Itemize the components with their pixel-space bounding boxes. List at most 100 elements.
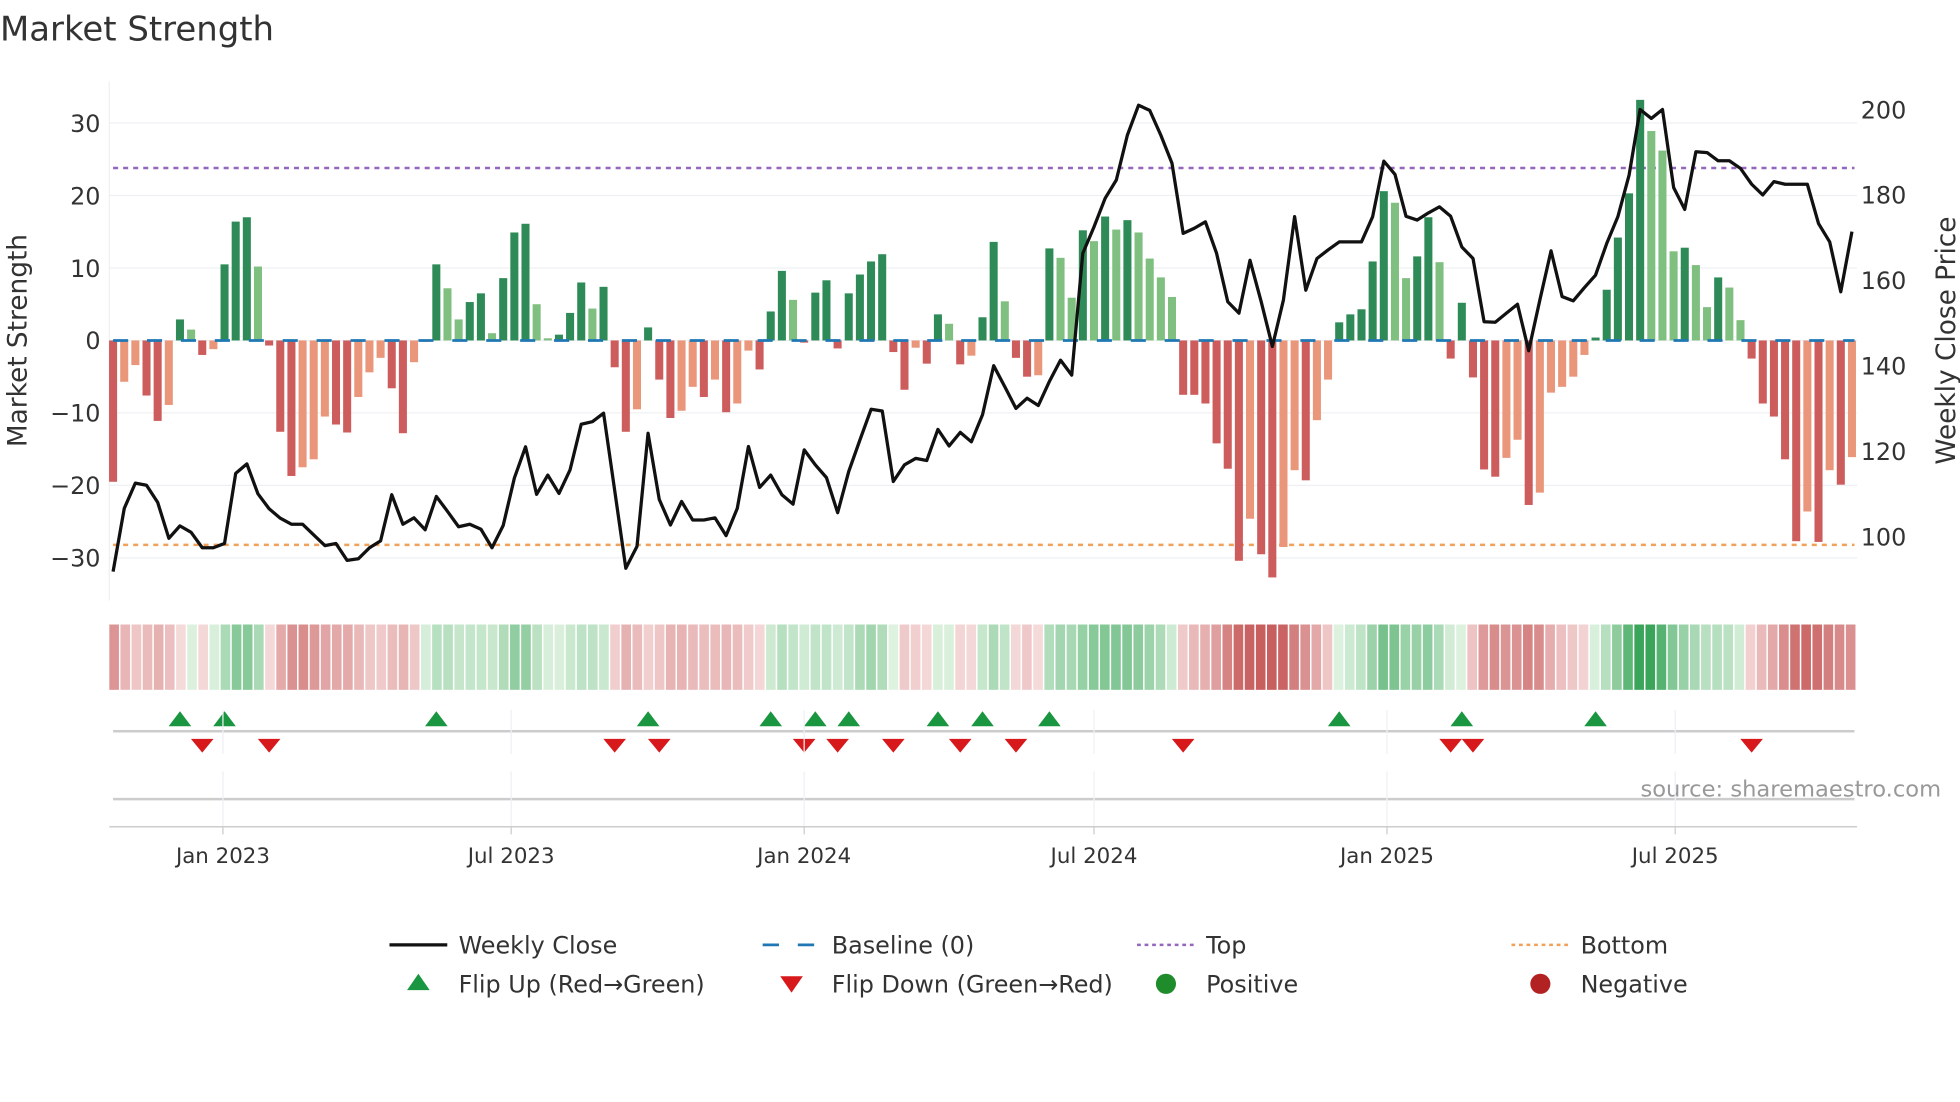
strength-bar bbox=[354, 340, 363, 397]
heat-cell bbox=[331, 624, 342, 690]
strength-bar bbox=[253, 266, 263, 341]
strength-bar bbox=[632, 340, 641, 410]
x-tick-label: Jan 2025 bbox=[1338, 844, 1434, 869]
strength-bar bbox=[454, 319, 463, 341]
heat-cell bbox=[955, 624, 965, 690]
strength-bar bbox=[755, 340, 764, 370]
heat-cell bbox=[1600, 624, 1611, 690]
heat-cell bbox=[209, 624, 220, 690]
heat-cell bbox=[921, 624, 932, 690]
legend-label: Flip Up (Red→Green) bbox=[459, 971, 705, 999]
strength-bar bbox=[465, 302, 474, 341]
strength-bar bbox=[1736, 320, 1745, 341]
flip-up-marker bbox=[636, 711, 660, 727]
heat-cell bbox=[1767, 624, 1778, 690]
heat-cell bbox=[1467, 624, 1477, 690]
heat-cell bbox=[966, 624, 977, 690]
heat-cell bbox=[888, 624, 899, 690]
heat-cell bbox=[164, 624, 175, 690]
circle-icon bbox=[1155, 973, 1176, 994]
legend-label: Top bbox=[1205, 932, 1246, 960]
strength-bar bbox=[1279, 340, 1288, 547]
strength-bar bbox=[331, 340, 341, 425]
strength-bar bbox=[655, 340, 664, 380]
heat-cell bbox=[420, 624, 431, 690]
x-tick-label: Jul 2024 bbox=[1049, 844, 1138, 869]
strength-bar bbox=[766, 311, 775, 341]
strength-bar bbox=[187, 329, 196, 341]
heat-cell bbox=[242, 624, 253, 690]
heat-cell bbox=[1801, 624, 1811, 690]
heat-cell bbox=[443, 624, 453, 690]
heat-cell bbox=[1122, 624, 1132, 690]
strength-bar bbox=[878, 254, 887, 341]
strength-bar bbox=[922, 340, 931, 364]
strength-bar bbox=[1703, 307, 1712, 341]
heat-cell bbox=[198, 624, 208, 690]
heat-cell bbox=[1834, 624, 1845, 690]
heat-cell bbox=[1266, 624, 1277, 690]
heat-cell bbox=[1010, 624, 1021, 690]
heat-cell bbox=[1567, 624, 1578, 690]
heat-cell bbox=[1200, 624, 1210, 690]
heat-cell bbox=[1456, 624, 1466, 690]
heat-cell bbox=[610, 624, 620, 690]
heat-cell bbox=[688, 624, 698, 690]
strength-bar bbox=[1257, 340, 1266, 555]
legend-label: Negative bbox=[1581, 971, 1688, 999]
legend-item-baseline-0: Baseline (0) bbox=[762, 932, 975, 960]
heat-cell bbox=[1790, 624, 1800, 690]
strength-bar bbox=[811, 292, 820, 341]
strength-bar bbox=[521, 223, 530, 341]
heat-cell bbox=[1244, 624, 1255, 690]
flip-up-marker bbox=[759, 711, 783, 727]
strength-bar bbox=[543, 338, 552, 341]
strength-bar bbox=[365, 340, 374, 373]
heat-cell bbox=[1534, 624, 1544, 690]
legend-label: Baseline (0) bbox=[832, 932, 975, 960]
heat-cell bbox=[777, 624, 787, 690]
strength-bar bbox=[1379, 191, 1388, 341]
strength-bar bbox=[398, 340, 407, 434]
heat-cell bbox=[1367, 624, 1377, 690]
heat-cell bbox=[910, 624, 921, 690]
chart-title: Market Strength bbox=[0, 9, 274, 48]
heat-cell bbox=[1233, 624, 1244, 690]
strength-bar bbox=[710, 340, 720, 380]
y2-tick-label: 200 bbox=[1861, 96, 1907, 124]
y-tick-label: 30 bbox=[70, 110, 100, 138]
strength-bar bbox=[777, 270, 786, 341]
strength-bar bbox=[142, 340, 151, 396]
y-axis-label: Market Strength bbox=[3, 234, 33, 447]
strength-bar bbox=[822, 280, 831, 341]
heat-cell bbox=[732, 624, 743, 690]
heat-cell bbox=[1823, 624, 1834, 690]
strength-bar bbox=[1680, 247, 1689, 341]
strength-bar bbox=[1691, 265, 1700, 341]
heat-cell bbox=[576, 624, 587, 690]
strength-bar bbox=[1179, 340, 1188, 395]
heat-cell bbox=[187, 624, 197, 690]
heat-cell bbox=[543, 624, 554, 690]
flip-down-marker bbox=[826, 738, 849, 753]
strength-bar bbox=[677, 340, 686, 411]
strength-bar bbox=[1714, 277, 1723, 341]
heat-cell bbox=[1300, 624, 1311, 690]
strength-bar bbox=[242, 217, 251, 341]
strength-bar bbox=[1011, 340, 1020, 358]
heat-cell bbox=[743, 624, 754, 690]
heat-cell bbox=[1734, 624, 1745, 690]
strength-bar bbox=[1112, 229, 1121, 341]
flip-up-marker bbox=[168, 711, 192, 727]
strength-bar bbox=[443, 288, 452, 341]
heat-cell bbox=[710, 624, 721, 690]
strength-bar bbox=[855, 274, 864, 341]
strength-bar bbox=[1836, 340, 1845, 485]
y-tick-label: 10 bbox=[70, 255, 100, 283]
heat-cell bbox=[1033, 624, 1043, 690]
x-tick-label: Jul 2025 bbox=[1630, 844, 1719, 869]
heat-cell bbox=[532, 624, 542, 690]
x-axis: Jan 2023 Jul 2023 Jan 2024 Jul 2024 Jan 2025… bbox=[109, 709, 1857, 869]
x-tick-label: Jan 2024 bbox=[755, 844, 851, 869]
strength-bar bbox=[1725, 287, 1734, 341]
